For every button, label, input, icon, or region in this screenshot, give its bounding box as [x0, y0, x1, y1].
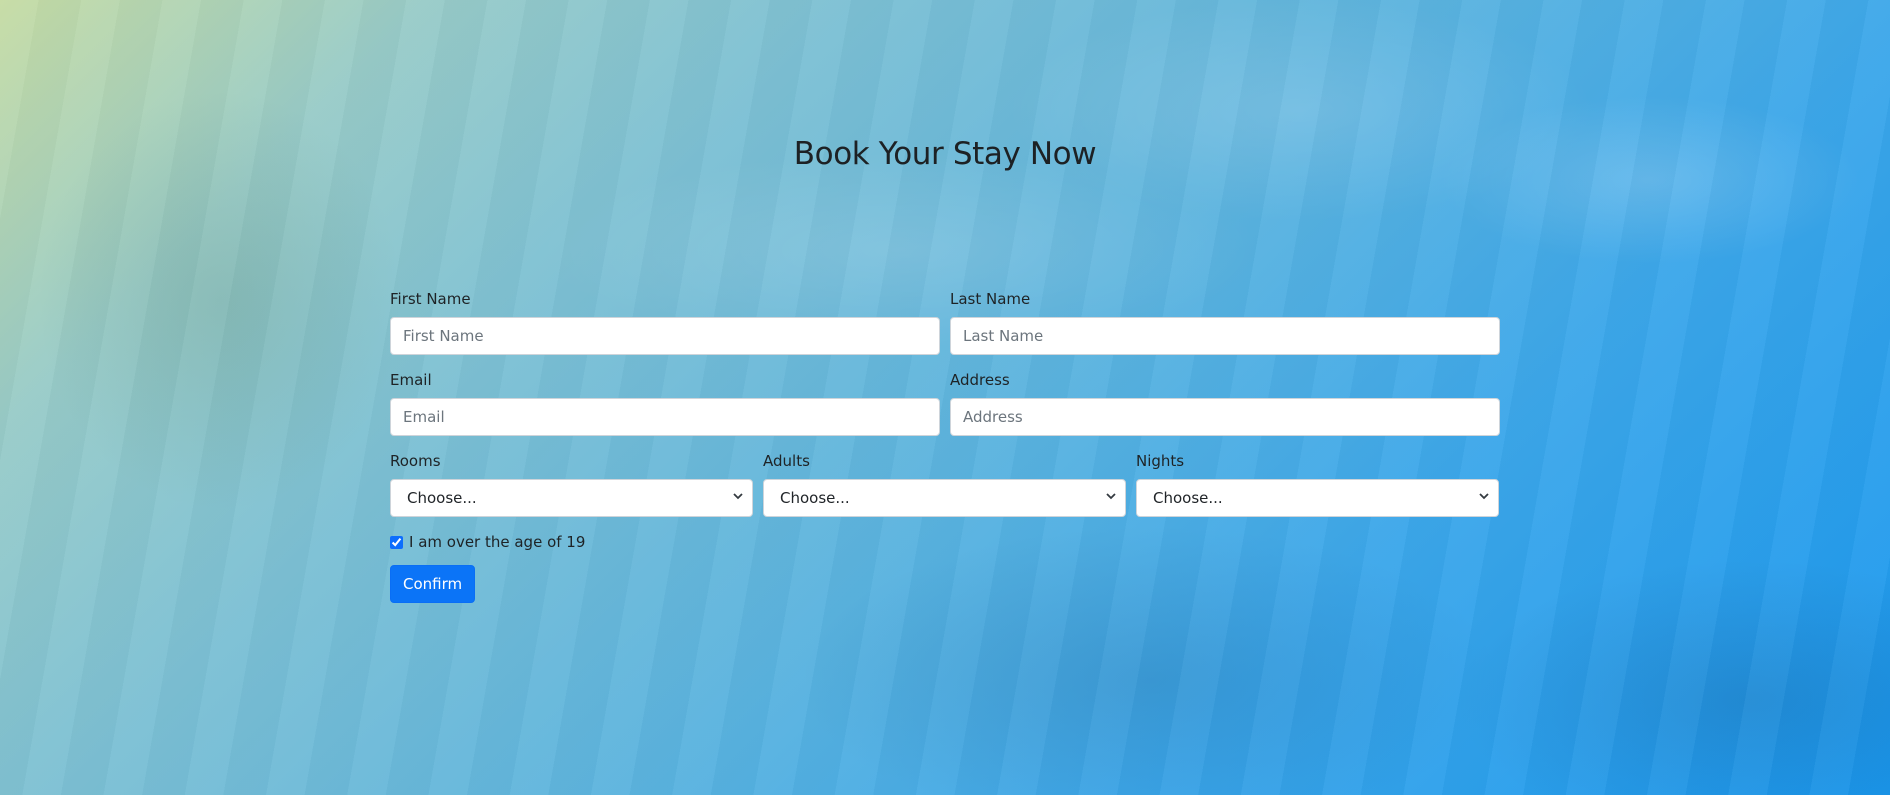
booking-form: First Name Last Name Email Address Rooms	[390, 290, 1501, 603]
confirm-button[interactable]: Confirm	[390, 565, 476, 603]
rooms-select-wrap: Choose...	[390, 479, 753, 517]
last-name-input[interactable]	[950, 317, 1500, 355]
email-group: Email	[390, 371, 940, 436]
email-input[interactable]	[390, 398, 940, 436]
address-input[interactable]	[950, 398, 1500, 436]
booking-page: Book Your Stay Now First Name Last Name …	[0, 0, 1890, 795]
last-name-label: Last Name	[950, 290, 1031, 308]
nights-select[interactable]: Choose...	[1136, 479, 1499, 517]
email-label: Email	[390, 371, 432, 389]
stay-options-row: Rooms Choose... Adults Choose... Nights …	[390, 452, 1501, 517]
first-name-group: First Name	[390, 290, 940, 355]
name-row: First Name Last Name	[390, 290, 1501, 355]
age-checkbox-label: I am over the age of 19	[409, 533, 586, 551]
page-title: Book Your Stay Now	[793, 136, 1097, 172]
last-name-group: Last Name	[950, 290, 1500, 355]
nights-group: Nights Choose...	[1136, 452, 1499, 517]
age-check-row: I am over the age of 19	[390, 533, 1501, 551]
rooms-group: Rooms Choose...	[390, 452, 753, 517]
first-name-label: First Name	[390, 290, 471, 308]
adults-select-wrap: Choose...	[763, 479, 1126, 517]
address-group: Address	[950, 371, 1500, 436]
address-label: Address	[950, 371, 1010, 389]
contact-row: Email Address	[390, 371, 1501, 436]
adults-label: Adults	[763, 452, 810, 470]
rooms-label: Rooms	[390, 452, 441, 470]
adults-select[interactable]: Choose...	[763, 479, 1126, 517]
adults-group: Adults Choose...	[763, 452, 1126, 517]
rooms-select[interactable]: Choose...	[390, 479, 753, 517]
nights-select-wrap: Choose...	[1136, 479, 1499, 517]
nights-label: Nights	[1136, 452, 1185, 470]
age-checkbox[interactable]	[390, 535, 403, 549]
first-name-input[interactable]	[390, 317, 940, 355]
